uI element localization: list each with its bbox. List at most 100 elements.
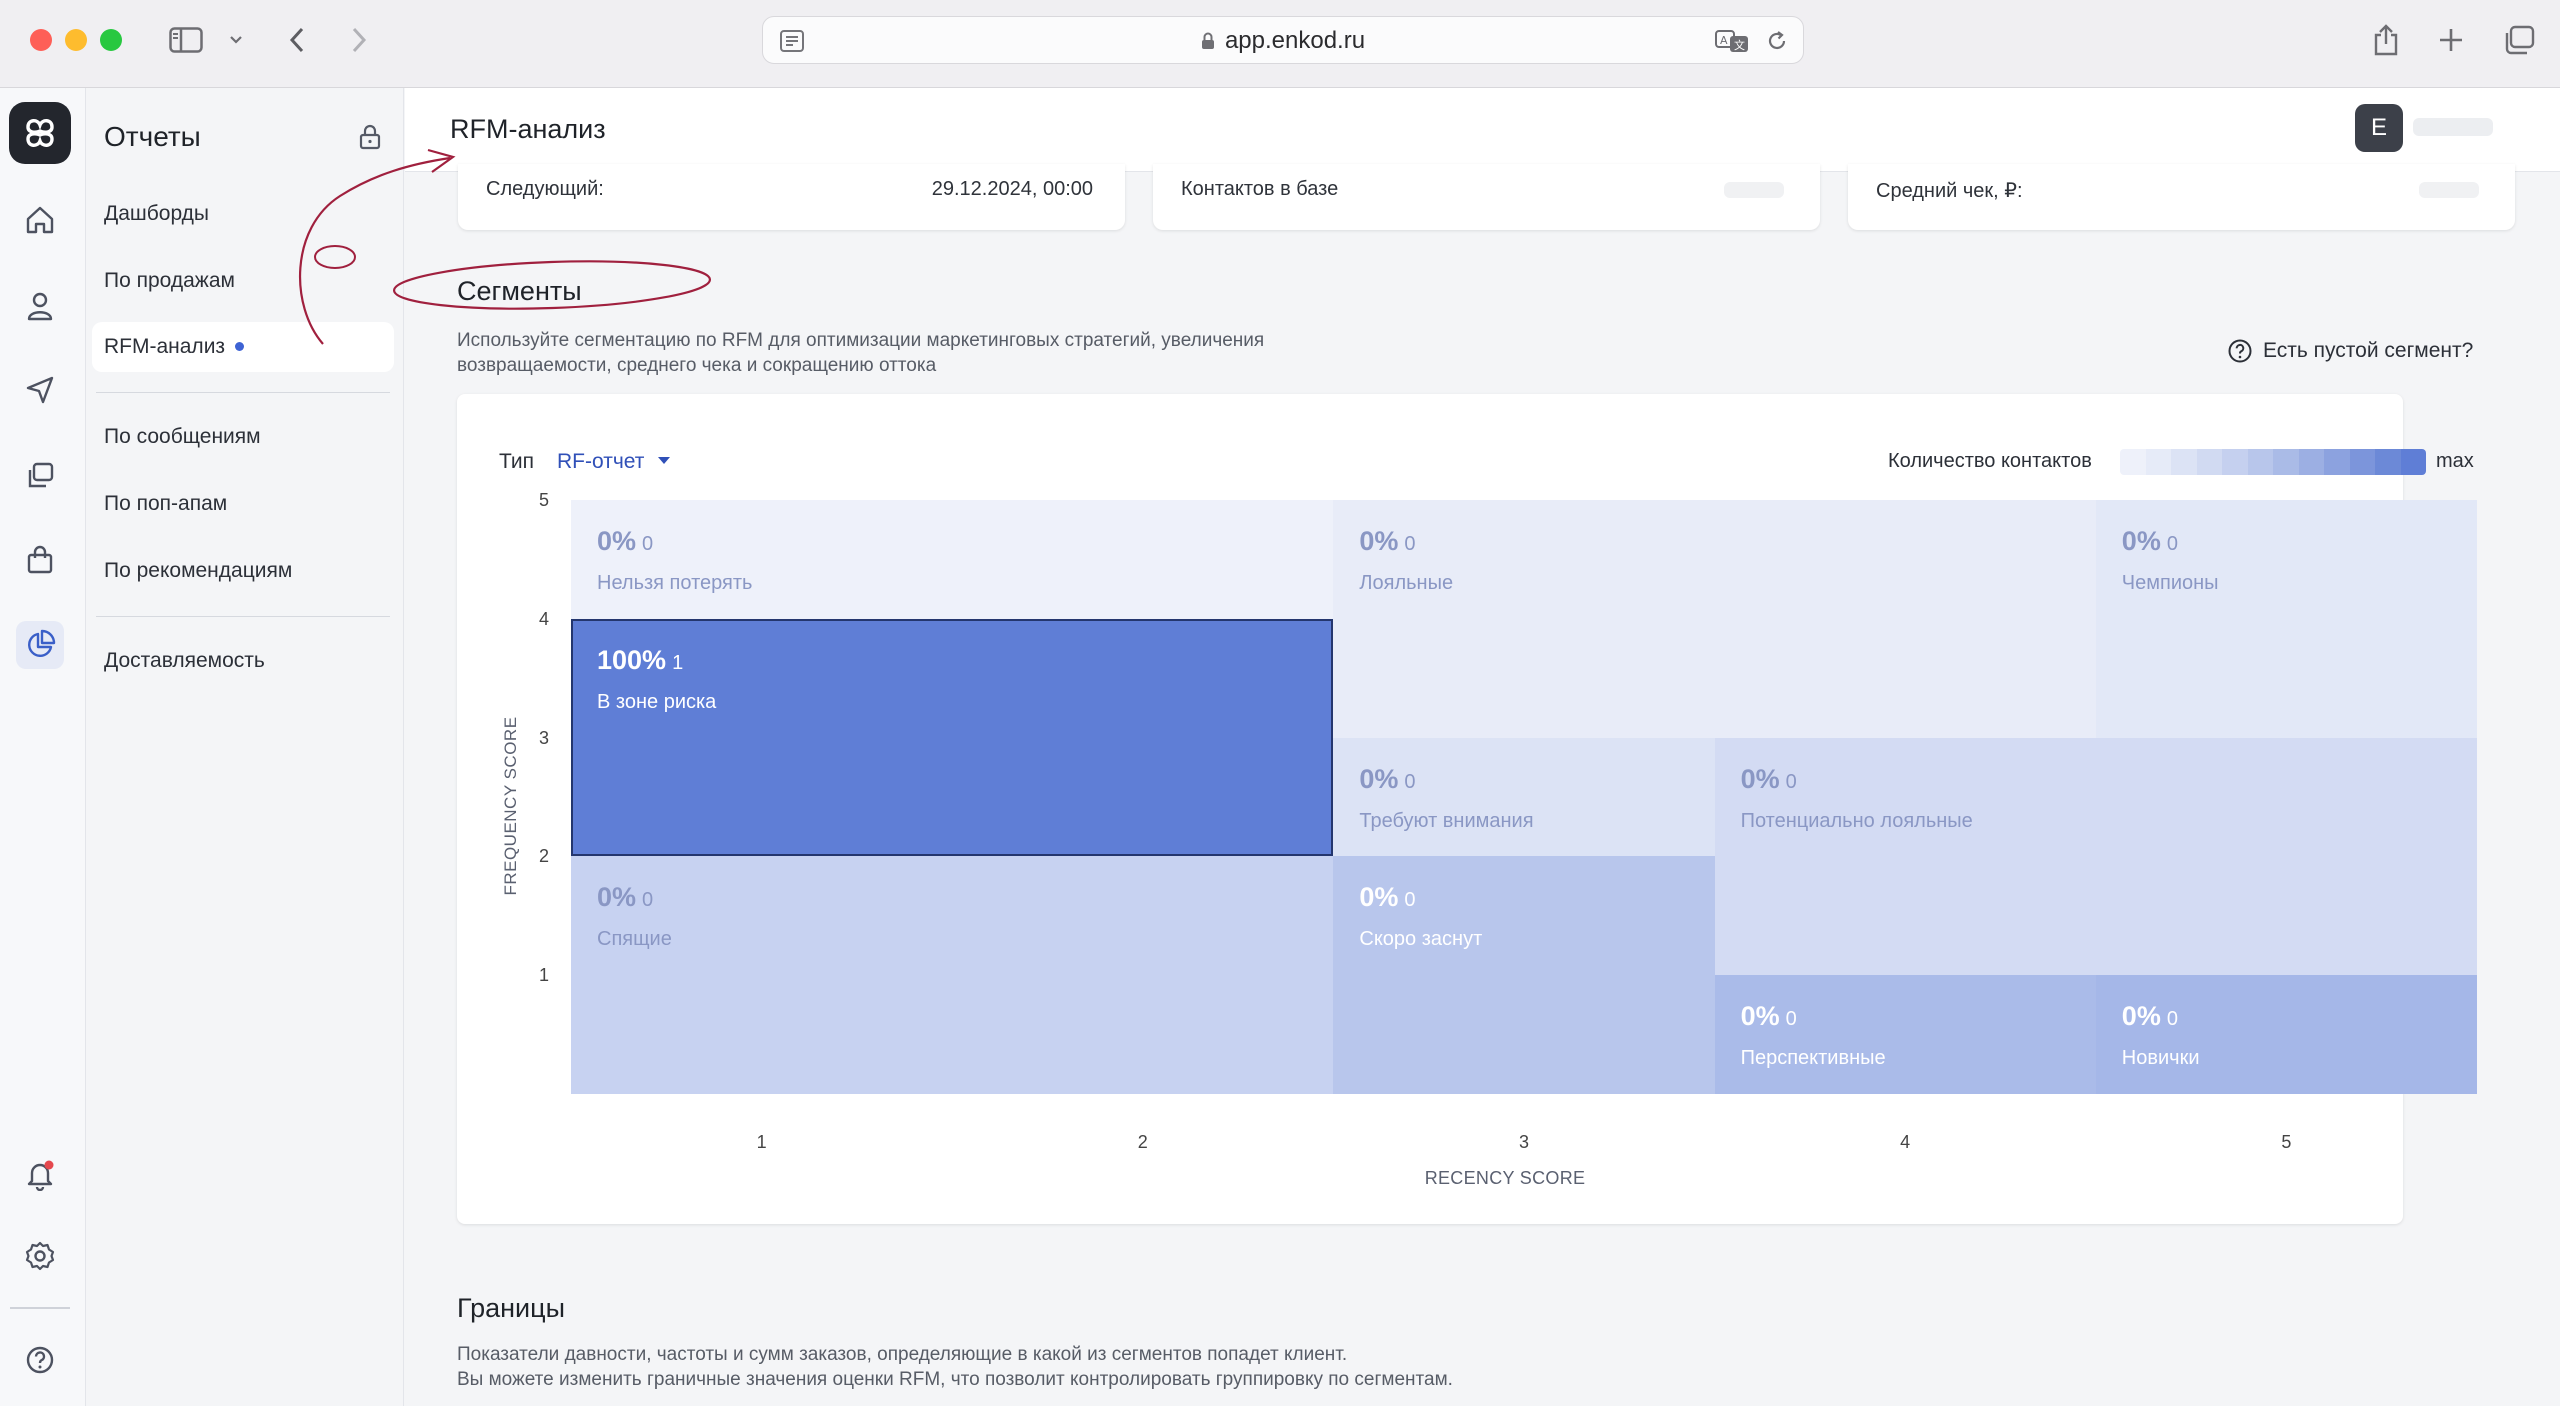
cell-percent-value: 0% bbox=[1359, 763, 1399, 794]
legend-swatch bbox=[2120, 449, 2146, 475]
help-link-label: Есть пустой сегмент? bbox=[2263, 339, 2474, 362]
cell-segment-name: Скоро заснут bbox=[1359, 928, 1483, 951]
cell-percent: 0% 0 bbox=[2122, 526, 2178, 557]
heatmap-cell[interactable]: 0% 0 Потенциально лояльные bbox=[1714, 737, 2477, 976]
templates-icon[interactable] bbox=[16, 452, 64, 500]
heatmap-cell[interactable]: 0% 0 Нельзя потерять bbox=[571, 500, 1334, 619]
sidebar-item-messages[interactable]: По сообщениям bbox=[92, 412, 394, 462]
cell-percent: 0% 0 bbox=[597, 526, 653, 557]
sidebar-item-label: По сообщениям bbox=[104, 425, 261, 448]
share-icon[interactable] bbox=[2370, 22, 2402, 58]
avatar[interactable]: E bbox=[2355, 104, 2403, 152]
description-line: Вы можете изменить граничные значения оц… bbox=[457, 1369, 1453, 1390]
account-name-blurred[interactable] bbox=[2413, 118, 2493, 136]
cell-segment-name: Требуют внимания bbox=[1359, 809, 1534, 832]
cell-count: 0 bbox=[1785, 770, 1797, 793]
cell-percent: 0% 0 bbox=[1359, 882, 1415, 913]
legend-swatch bbox=[2273, 449, 2299, 475]
user-icon[interactable] bbox=[16, 282, 64, 330]
cell-count: 0 bbox=[2166, 1008, 2178, 1031]
heatmap-cell[interactable]: 0% 0 Скоро заснут bbox=[1333, 856, 1715, 1094]
description-line: Используйте сегментацию по RFM для оптим… bbox=[457, 330, 1265, 351]
stat-card-next: Следующий: 29.12.2024, 00:00 bbox=[458, 164, 1125, 230]
sidebar-item-sales[interactable]: По продажам bbox=[92, 256, 394, 306]
heatmap-cell[interactable]: 100% 1 В зоне риска bbox=[571, 618, 1334, 857]
translate-icon[interactable]: A文 bbox=[1715, 29, 1749, 58]
cell-segment-name: Потенциально лояльные bbox=[1740, 809, 1973, 832]
reload-icon[interactable] bbox=[1765, 29, 1789, 58]
svg-text:A: A bbox=[1720, 34, 1728, 47]
cell-percent-value: 0% bbox=[1740, 763, 1780, 794]
caret-down-icon bbox=[658, 457, 671, 464]
empty-segment-help-link[interactable]: Есть пустой сегмент? bbox=[2227, 338, 2473, 364]
heatmap-cell[interactable]: 0% 0 Чемпионы bbox=[2095, 500, 2477, 738]
y-tick-label: 5 bbox=[539, 490, 550, 510]
stat-label: Следующий: bbox=[486, 178, 604, 200]
x-axis-label: RECENCY SCORE bbox=[1424, 1168, 1586, 1188]
heatmap-cell[interactable]: 0% 0 Лояльные bbox=[1333, 500, 2096, 738]
new-tab-icon[interactable] bbox=[2435, 22, 2467, 58]
send-icon[interactable] bbox=[16, 366, 64, 414]
cell-segment-name: Перспективные bbox=[1740, 1047, 1886, 1070]
close-window-button[interactable] bbox=[30, 29, 52, 51]
pie-chart-icon[interactable] bbox=[16, 621, 64, 669]
sidebar-item-rfm[interactable]: RFM-анализ bbox=[92, 322, 394, 372]
chevron-down-icon[interactable] bbox=[226, 22, 246, 58]
heatmap-cell[interactable]: 0% 0 Спящие bbox=[571, 856, 1334, 1094]
description-line: возвращаемости, среднего чека и сокращен… bbox=[457, 355, 937, 376]
shopping-bag-icon[interactable] bbox=[16, 536, 64, 584]
sidebar-item-dashboards[interactable]: Дашборды bbox=[92, 189, 394, 239]
forward-arrow-icon[interactable] bbox=[344, 22, 374, 58]
y-tick-label: 4 bbox=[539, 608, 550, 629]
sidebar-item-recommendations[interactable]: По рекомендациям bbox=[92, 546, 394, 596]
sidebar-divider bbox=[96, 392, 390, 393]
sidebar-item-popups[interactable]: По поп-апам bbox=[92, 479, 394, 529]
report-type-select[interactable]: RF-отчет bbox=[557, 450, 671, 474]
sidebar-title: Отчеты bbox=[104, 121, 201, 152]
tab-overview-icon[interactable] bbox=[2502, 22, 2536, 58]
minimize-window-button[interactable] bbox=[65, 29, 87, 51]
stat-value-blurred bbox=[2419, 182, 2479, 198]
maximize-window-button[interactable] bbox=[100, 29, 122, 51]
report-type-value: RF-отчет bbox=[557, 450, 645, 473]
cell-count: 0 bbox=[642, 533, 654, 555]
cell-segment-name: Нельзя потерять bbox=[597, 572, 753, 594]
sidebar-toggle-icon[interactable] bbox=[166, 22, 206, 58]
cell-count: 0 bbox=[1404, 889, 1416, 912]
heatmap-cell[interactable]: 0% 0 Перспективные bbox=[1714, 975, 2096, 1094]
home-icon[interactable] bbox=[16, 196, 64, 244]
heatmap-cell[interactable]: 0% 0 Новички bbox=[2095, 975, 2477, 1094]
stat-card-avg-check: Средний чек, ₽: bbox=[1848, 164, 2515, 230]
y-tick-label: 2 bbox=[539, 846, 550, 867]
lock-icon bbox=[1201, 19, 1215, 49]
lock-icon[interactable] bbox=[358, 124, 382, 155]
legend-swatch bbox=[2145, 449, 2171, 475]
question-circle-icon bbox=[2228, 339, 2252, 363]
sidebar-item-label: По поп-апам bbox=[104, 492, 228, 515]
page-header: RFM-анализ E bbox=[405, 88, 2560, 172]
legend-swatch bbox=[2298, 449, 2324, 475]
reports-sidebar: Отчеты Дашборды По продажам RFM-анализ П… bbox=[86, 88, 404, 1406]
legend-swatch bbox=[2400, 449, 2426, 475]
active-indicator-dot bbox=[235, 342, 245, 351]
heatmap-cell[interactable]: 0% 0 Требуют внимания bbox=[1333, 737, 1715, 857]
sidebar-item-deliverability[interactable]: Доставляемость bbox=[92, 636, 394, 686]
back-arrow-icon[interactable] bbox=[282, 22, 312, 58]
cell-percent: 0% 0 bbox=[1741, 1001, 1797, 1032]
address-bar[interactable]: app.enkod.ru A文 bbox=[762, 16, 1804, 64]
x-tick-label: 5 bbox=[2281, 1132, 2292, 1152]
gear-icon[interactable] bbox=[16, 1232, 64, 1280]
y-tick-label: 1 bbox=[539, 965, 550, 986]
cell-percent-value: 0% bbox=[597, 882, 637, 913]
cell-segment-name: Чемпионы bbox=[2121, 572, 2219, 594]
help-icon[interactable] bbox=[16, 1336, 64, 1384]
cell-percent: 100% 1 bbox=[597, 645, 683, 676]
legend-label: Количество контактов bbox=[1888, 450, 2092, 472]
stat-card-contacts: Контактов в базе bbox=[1153, 164, 1820, 230]
bell-icon[interactable] bbox=[16, 1151, 64, 1199]
sidebar-item-label: Доставляемость bbox=[104, 649, 265, 672]
cell-segment-name: В зоне риска bbox=[597, 690, 717, 713]
sidebar-item-label: Дашборды bbox=[104, 202, 209, 225]
cell-percent: 0% 0 bbox=[1359, 764, 1415, 795]
enkod-logo[interactable] bbox=[9, 102, 71, 164]
